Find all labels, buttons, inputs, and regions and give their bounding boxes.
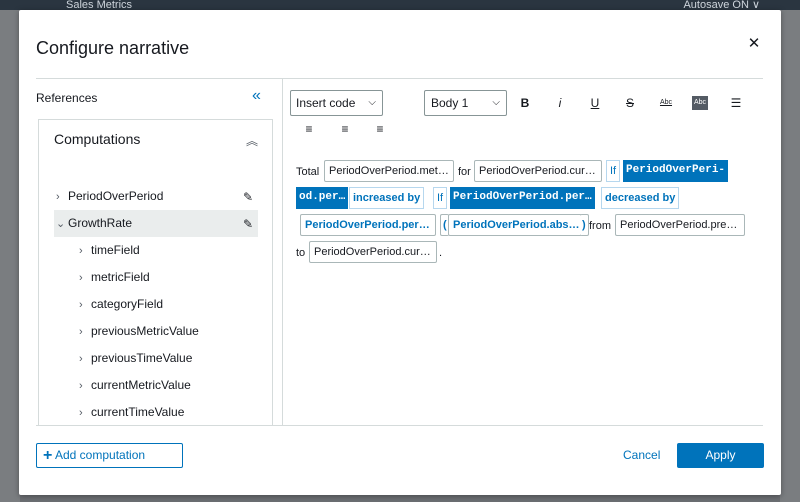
child-label: metricField (91, 270, 150, 284)
narrative-text: Total (296, 166, 320, 178)
chevron-right-icon: › (56, 191, 60, 203)
add-computation-label: Add computation (55, 448, 146, 462)
tree-child-item[interactable]: › categoryField (79, 291, 163, 318)
strikethrough-button[interactable]: S (621, 94, 639, 112)
background-left-panel (0, 10, 20, 502)
tree-child-item[interactable]: › timeField (79, 237, 140, 264)
highlight-button[interactable]: Abc (692, 96, 708, 110)
child-label: currentMetricValue (91, 378, 191, 392)
chevron-right-icon: › (79, 245, 83, 257)
chevron-right-icon: › (79, 272, 83, 284)
references-label: References (36, 91, 98, 105)
edit-pencil-icon[interactable]: ✎ (243, 190, 253, 204)
underline-button[interactable]: U (586, 94, 604, 112)
chevron-down-icon: ⌵ (368, 97, 376, 108)
computations-heading: Computations (54, 131, 141, 147)
tree-child-item[interactable]: › previousMetricValue (79, 318, 199, 345)
child-label: currentTimeValue (91, 405, 185, 419)
child-label: categoryField (91, 297, 164, 311)
configure-narrative-dialog: Configure narrative ✕ References « Compu… (19, 10, 781, 495)
if-keyword[interactable]: If (433, 187, 448, 209)
chevron-right-icon: › (79, 353, 83, 365)
apply-button[interactable]: Apply (677, 443, 764, 468)
increased-by-keyword[interactable]: increased by (349, 187, 425, 209)
child-label: previousMetricValue (91, 324, 199, 338)
close-icon[interactable]: ✕ (746, 36, 762, 52)
if-keyword[interactable]: If (606, 160, 621, 182)
autosave-status[interactable]: Autosave ON ∨ (683, 0, 760, 10)
insert-code-label: Insert code (296, 96, 356, 110)
computation-item-periodoverperiod[interactable]: › PeriodOverPeriod (56, 183, 256, 210)
narrative-text: from (589, 220, 611, 232)
narrative-text: to (296, 247, 306, 259)
dialog-title: Configure narrative (36, 38, 190, 58)
close-paren: ) (580, 214, 589, 236)
computation-label: GrowthRate (68, 216, 133, 230)
align-center-icon[interactable]: ≡ (336, 120, 354, 138)
narrative-text: for (458, 166, 471, 178)
reference-token[interactable]: PeriodOverPeriod.cur… (474, 160, 602, 182)
reference-token[interactable]: PeriodOverPeriod.cur… (309, 241, 437, 263)
italic-button[interactable]: i (551, 94, 569, 112)
plus-icon: + (43, 447, 53, 464)
edit-pencil-icon[interactable]: ✎ (243, 217, 253, 231)
chevron-right-icon: › (79, 326, 83, 338)
bold-button[interactable]: B (516, 94, 534, 112)
reference-token[interactable]: PeriodOverPeriod.per… (300, 214, 436, 236)
tree-child-item[interactable]: › currentTimeValue (79, 399, 184, 425)
child-label: timeField (91, 243, 140, 257)
background-right-panel (780, 10, 800, 502)
chevron-right-icon: › (79, 380, 83, 392)
reference-token[interactable]: PeriodOverPeriod.met… (324, 160, 454, 182)
chevron-right-icon: › (79, 299, 83, 311)
decreased-by-keyword[interactable]: decreased by (601, 187, 680, 209)
footer-divider (36, 425, 763, 426)
add-computation-button[interactable]: + Add computation (36, 443, 183, 468)
reference-token[interactable]: PeriodOverPeriod.pre… (615, 214, 745, 236)
computation-item-growthrate[interactable]: ⌄ GrowthRate (54, 210, 258, 237)
reference-token[interactable]: PeriodOverPeriod.abs… (448, 214, 582, 236)
text-color-button[interactable]: Abc (657, 94, 675, 112)
computations-section: Computations ︽ › PeriodOverPeriod ✎ ⌄ Grow… (38, 119, 273, 425)
child-label: previousTimeValue (91, 351, 193, 365)
highlighted-reference-token[interactable]: PeriodOverPeriod.per… (450, 187, 595, 209)
text-style-dropdown[interactable]: Body 1 ⌵ (424, 90, 507, 116)
app-title: Sales Metrics (66, 0, 133, 10)
chevron-right-icon: › (79, 407, 83, 419)
narrative-text: . (439, 247, 443, 259)
double-chevron-left-icon[interactable]: « (252, 87, 261, 105)
bulleted-list-icon[interactable]: ☰ (727, 94, 745, 112)
tree-child-item[interactable]: › currentMetricValue (79, 372, 191, 399)
chevron-down-icon: ⌄ (56, 218, 66, 230)
tree-child-item[interactable]: › metricField (79, 264, 150, 291)
chevron-down-icon: ⌵ (492, 97, 500, 108)
cancel-button[interactable]: Cancel (623, 448, 660, 462)
computation-label: PeriodOverPeriod (68, 189, 164, 203)
tree-child-item[interactable]: › previousTimeValue (79, 345, 192, 372)
insert-code-dropdown[interactable]: Insert code ⌵ (290, 90, 383, 116)
references-panel: References « Computations ︽ › PeriodOverP… (36, 78, 282, 425)
double-chevron-up-icon[interactable]: ︽ (246, 132, 258, 149)
text-style-label: Body 1 (431, 96, 469, 110)
align-left-icon[interactable]: ≡ (300, 120, 318, 138)
highlighted-reference-token[interactable]: PeriodOverPeri- (623, 160, 729, 182)
highlighted-reference-token[interactable]: od.per… (296, 187, 349, 209)
narrative-editor-panel: Insert code ⌵ Body 1 ⌵ B i U S Abc Abc ☰ ≡… (282, 78, 763, 425)
align-right-icon[interactable]: ≡ (371, 120, 389, 138)
